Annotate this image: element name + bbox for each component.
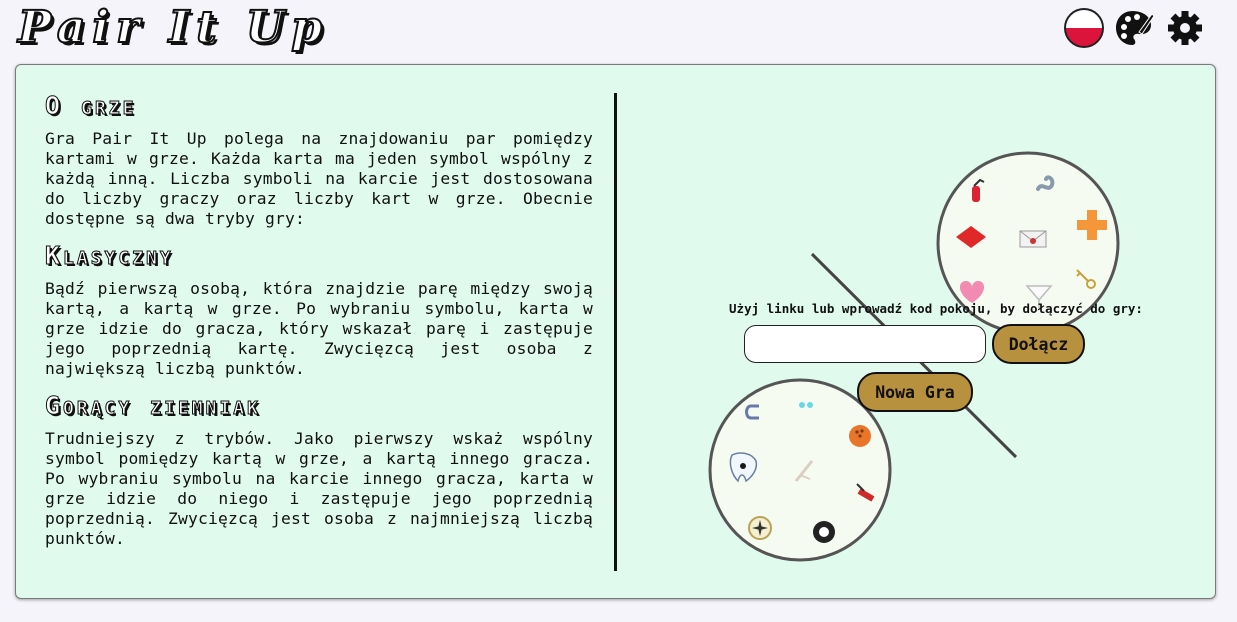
mode-description-hot-potato: Trudniejszy z trybów. Jako pierwszy wska… bbox=[45, 429, 593, 548]
eight-ball-icon bbox=[813, 521, 835, 543]
about-title: O grze bbox=[45, 91, 137, 121]
new-game-button[interactable]: Nowa Gra bbox=[857, 372, 973, 412]
bowling-ball-icon bbox=[849, 425, 871, 447]
section-divider bbox=[614, 93, 617, 571]
join-button[interactable]: Dołącz bbox=[992, 324, 1085, 364]
poland-flag-icon[interactable] bbox=[1063, 8, 1105, 48]
app-logo: Pair It Up bbox=[17, 1, 329, 54]
about-intro: Gra Pair It Up polega na znajdowaniu par… bbox=[45, 129, 593, 228]
mode-title-classic: Klasyczny bbox=[45, 241, 174, 271]
mode-description-classic: Bądź pierwszą osobą, która znajdzie parę… bbox=[45, 279, 593, 378]
palette-icon[interactable] bbox=[1113, 8, 1155, 48]
mode-title-hot-potato: Gorący ziemniak bbox=[45, 391, 261, 421]
about-section: O grze Gra Pair It Up polega na znajdowa… bbox=[45, 91, 593, 561]
envelope-icon bbox=[1019, 230, 1047, 248]
main-panel: O grze Gra Pair It Up polega na znajdowa… bbox=[15, 64, 1216, 599]
room-code-input[interactable] bbox=[744, 325, 986, 363]
gear-icon[interactable] bbox=[1164, 8, 1206, 48]
join-label: Użyj linku lub wprowadź kod pokoju, by d… bbox=[729, 301, 1143, 316]
compass-icon bbox=[748, 516, 772, 540]
